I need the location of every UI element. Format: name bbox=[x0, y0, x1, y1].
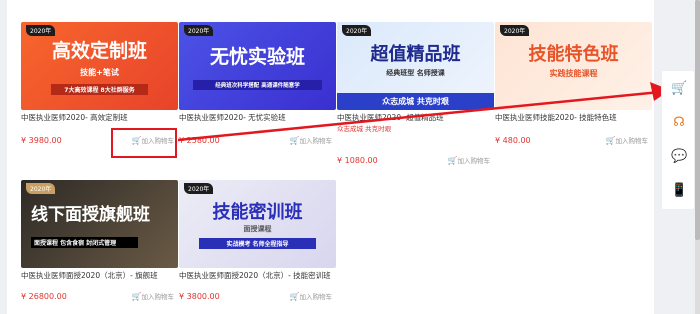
year-badge: 2020年 bbox=[184, 183, 214, 194]
course-price: ¥ 1080.00 bbox=[337, 156, 378, 165]
year-badge: 2020年 bbox=[26, 183, 56, 194]
add-to-cart-button[interactable]: 🛒加入购物车 bbox=[606, 134, 649, 148]
course-price: ¥ 480.00 bbox=[495, 136, 531, 145]
banner-sub-text: 面授课程 bbox=[243, 225, 272, 233]
chat-icon[interactable]: 💬 bbox=[671, 149, 687, 165]
banner-sub-text: 实践技能课程 bbox=[549, 69, 598, 78]
course-price: ¥ 3800.00 bbox=[179, 292, 220, 301]
add-to-cart-button[interactable]: 🛒加入购物车 bbox=[290, 134, 333, 148]
course-title[interactable]: 中医执业医师技能2020- 技能特色班 bbox=[495, 112, 652, 136]
cart-icon: 🛒 bbox=[131, 292, 142, 301]
shopping-cart-icon[interactable]: 🛒 bbox=[671, 81, 687, 97]
banner-note-text: 经典班次科学搭配 高通课件随意学 bbox=[193, 80, 322, 90]
year-badge: 2020年 bbox=[26, 25, 56, 36]
course-card-2[interactable]: 2020年 无忧实验班 经典班次科学搭配 高通课件随意学 中医执业医师2020-… bbox=[179, 22, 336, 145]
course-title[interactable]: 中医执业医师2020- 无忧实验班 bbox=[179, 112, 336, 136]
course-card-3[interactable]: 2020年 超值精品班 经典班型 名师授课 众志成城 共克时艰 中医执业医师20… bbox=[337, 22, 494, 165]
add-to-cart-button[interactable]: 🛒加入购物车 bbox=[448, 154, 491, 168]
course-banner-1[interactable]: 2020年 高效定制班 技能+笔试 7大高效课程 8大社群服务 bbox=[21, 22, 178, 110]
banner-main-text: 技能密训班 bbox=[212, 202, 303, 223]
banner-note-text: 面授课程 包含食宿 封闭式管理 bbox=[31, 237, 138, 248]
banner-main-text: 超值精品班 bbox=[370, 44, 461, 65]
banner-note-text: 众志成城 共克时艰 bbox=[337, 93, 494, 110]
banner-main-text: 线下面授旗舰班 bbox=[31, 205, 150, 225]
year-badge: 2020年 bbox=[500, 25, 530, 36]
highlight-box bbox=[111, 128, 177, 158]
course-banner-4[interactable]: 2020年 技能特色班 实践技能课程 bbox=[495, 22, 652, 110]
course-banner-6[interactable]: 2020年 技能密训班 面授课程 实战模考 名师全程指导 bbox=[179, 180, 336, 268]
cart-icon: 🛒 bbox=[447, 156, 458, 165]
banner-sub-text: 技能+笔试 bbox=[80, 68, 119, 77]
course-card-4[interactable]: 2020年 技能特色班 实践技能课程 中医执业医师技能2020- 技能特色班 ¥… bbox=[495, 22, 652, 145]
add-to-cart-button[interactable]: 🛒加入购物车 bbox=[132, 290, 175, 304]
course-price: ¥ 2580.00 bbox=[179, 136, 220, 145]
banner-main-text: 无忧实验班 bbox=[209, 46, 305, 68]
cart-icon: 🛒 bbox=[289, 292, 300, 301]
course-banner-3[interactable]: 2020年 超值精品班 经典班型 名师授课 众志成城 共克时艰 bbox=[337, 22, 494, 110]
course-card-5[interactable]: 2020年 线下面授旗舰班 面授课程 包含食宿 封闭式管理 中医执业医师面授20… bbox=[21, 180, 178, 301]
course-price: ¥ 26800.00 bbox=[21, 292, 67, 301]
banner-note-text: 7大高效课程 8大社群服务 bbox=[51, 84, 148, 95]
course-list-page: 2020年 高效定制班 技能+笔试 7大高效课程 8大社群服务 中医执业医师20… bbox=[7, 0, 654, 314]
scrollbar-thumb[interactable] bbox=[695, 0, 700, 240]
cart-icon: 🛒 bbox=[289, 136, 300, 145]
course-banner-2[interactable]: 2020年 无忧实验班 经典班次科学搭配 高通课件随意学 bbox=[179, 22, 336, 110]
add-to-cart-button[interactable]: 🛒加入购物车 bbox=[290, 290, 333, 304]
course-price: ¥ 3980.00 bbox=[21, 136, 62, 145]
banner-note-text: 实战模考 名师全程指导 bbox=[199, 238, 316, 249]
banner-sub-text: 经典班型 名师授课 bbox=[386, 69, 445, 77]
course-card-1[interactable]: 2020年 高效定制班 技能+笔试 7大高效课程 8大社群服务 中医执业医师20… bbox=[21, 22, 178, 145]
course-title[interactable]: 中医执业医师2020- 超值精品班 bbox=[337, 112, 494, 124]
customer-service-icon[interactable]: ☊ bbox=[671, 115, 687, 131]
course-banner-5[interactable]: 2020年 线下面授旗舰班 面授课程 包含食宿 封闭式管理 bbox=[21, 180, 178, 268]
banner-main-text: 高效定制班 bbox=[51, 40, 147, 62]
course-card-6[interactable]: 2020年 技能密训班 面授课程 实战模考 名师全程指导 中医执业医师面授202… bbox=[179, 180, 336, 301]
cart-icon: 🛒 bbox=[605, 136, 616, 145]
mobile-phone-icon[interactable]: 📱 bbox=[671, 183, 687, 199]
floating-sidebar: 🛒 ☊ 💬 📱 bbox=[661, 70, 695, 210]
year-badge: 2020年 bbox=[342, 25, 372, 36]
year-badge: 2020年 bbox=[184, 25, 214, 36]
banner-main-text: 技能特色班 bbox=[528, 44, 619, 65]
course-subtitle: 众志成城 共克时艰 bbox=[337, 125, 392, 133]
